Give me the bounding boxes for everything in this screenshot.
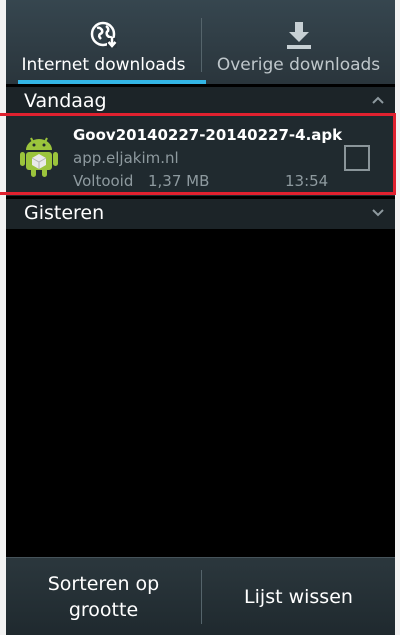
- active-tab-indicator: [18, 80, 206, 84]
- tab-other-downloads[interactable]: Overige downloads: [202, 0, 395, 84]
- button-label: Sorteren op grootte: [47, 573, 160, 621]
- sort-by-size-button[interactable]: Sorteren op grootte: [6, 558, 201, 635]
- chevron-up-icon: [371, 90, 385, 114]
- tab-bar: Internet downloads Overige downloads: [6, 0, 395, 84]
- tab-label: Internet downloads: [21, 55, 186, 75]
- chevron-down-icon: [371, 202, 385, 226]
- button-label: Lijst wissen: [244, 586, 353, 608]
- tab-internet-downloads[interactable]: Internet downloads: [6, 0, 201, 84]
- download-arrow-icon: [285, 18, 313, 52]
- clear-list-button[interactable]: Lijst wissen: [202, 558, 395, 635]
- globe-download-icon: [89, 18, 119, 52]
- section-header-yesterday[interactable]: Gisteren: [6, 199, 395, 229]
- frame: Internet downloads Overige downloads Van…: [0, 0, 400, 635]
- tab-label: Overige downloads: [216, 55, 381, 75]
- bottom-action-bar: Sorteren op grootte Lijst wissen: [6, 557, 395, 635]
- selection-highlight: [0, 113, 396, 195]
- section-title: Vandaag: [24, 90, 107, 112]
- section-title: Gisteren: [24, 202, 105, 224]
- screen: Internet downloads Overige downloads Van…: [6, 0, 395, 635]
